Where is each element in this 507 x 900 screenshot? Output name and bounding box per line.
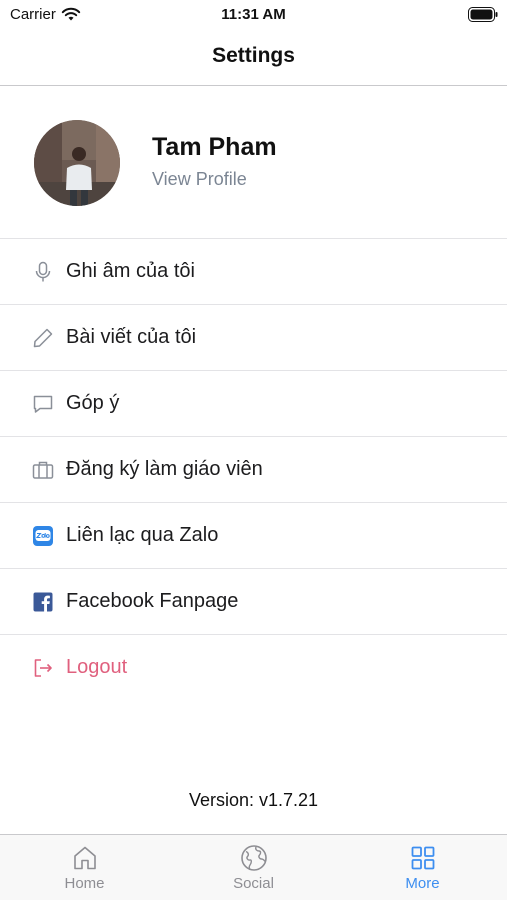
menu-item-facebook-fanpage[interactable]: Facebook Fanpage — [0, 569, 507, 635]
menu-item-label: Góp ý — [66, 392, 120, 414]
menu-item-zalo-contact[interactable]: Liên lạc qua Zalo — [0, 503, 507, 569]
avatar-photo — [34, 120, 120, 206]
status-bar: Carrier 11:31 AM — [0, 0, 507, 30]
menu-item-label: Bài viết của tôi — [66, 326, 197, 348]
microphone-icon — [32, 261, 54, 283]
menu-item-label: Đăng ký làm giáo viên — [66, 458, 263, 480]
tab-bar: Home Social More — [0, 834, 507, 900]
settings-menu: Ghi âm của tôi Bài viết của tôi Góp ý Đă… — [0, 239, 507, 701]
menu-item-register-teacher[interactable]: Đăng ký làm giáo viên — [0, 437, 507, 503]
avatar[interactable] — [34, 120, 120, 206]
briefcase-icon — [32, 459, 54, 481]
grid-icon — [411, 846, 434, 870]
globe-icon — [240, 845, 267, 871]
tab-home[interactable]: Home — [0, 835, 169, 900]
logout-icon — [32, 657, 54, 679]
tab-social[interactable]: Social — [169, 835, 338, 900]
menu-item-label: Ghi âm của tôi — [66, 260, 195, 282]
tab-more[interactable]: More — [338, 835, 507, 900]
menu-item-label: Liên lạc qua Zalo — [66, 524, 219, 546]
view-profile-link[interactable]: View Profile — [152, 169, 247, 190]
menu-item-logout[interactable]: Logout — [0, 635, 507, 701]
menu-item-my-recordings[interactable]: Ghi âm của tôi — [0, 239, 507, 305]
menu-item-my-posts[interactable]: Bài viết của tôi — [0, 305, 507, 371]
navigation-bar: Settings — [0, 30, 507, 86]
status-time: 11:31 AM — [221, 6, 286, 23]
menu-item-label: Logout — [66, 656, 128, 678]
tab-label: Social — [233, 875, 274, 892]
menu-item-label: Facebook Fanpage — [66, 590, 239, 612]
page-title: Settings — [212, 44, 295, 67]
tab-label: Home — [64, 875, 105, 892]
facebook-icon — [32, 591, 54, 613]
profile-name: Tam Pham — [152, 133, 277, 161]
battery-icon — [468, 7, 498, 22]
zalo-icon — [32, 525, 54, 547]
pencil-icon — [32, 327, 54, 349]
profile-section[interactable]: Tam Pham View Profile — [0, 87, 507, 239]
tab-label: More — [405, 875, 440, 892]
app-version: Version: v1.7.21 — [188, 790, 319, 810]
chat-bubble-icon — [32, 393, 54, 415]
home-icon — [73, 846, 96, 870]
menu-item-feedback[interactable]: Góp ý — [0, 371, 507, 437]
